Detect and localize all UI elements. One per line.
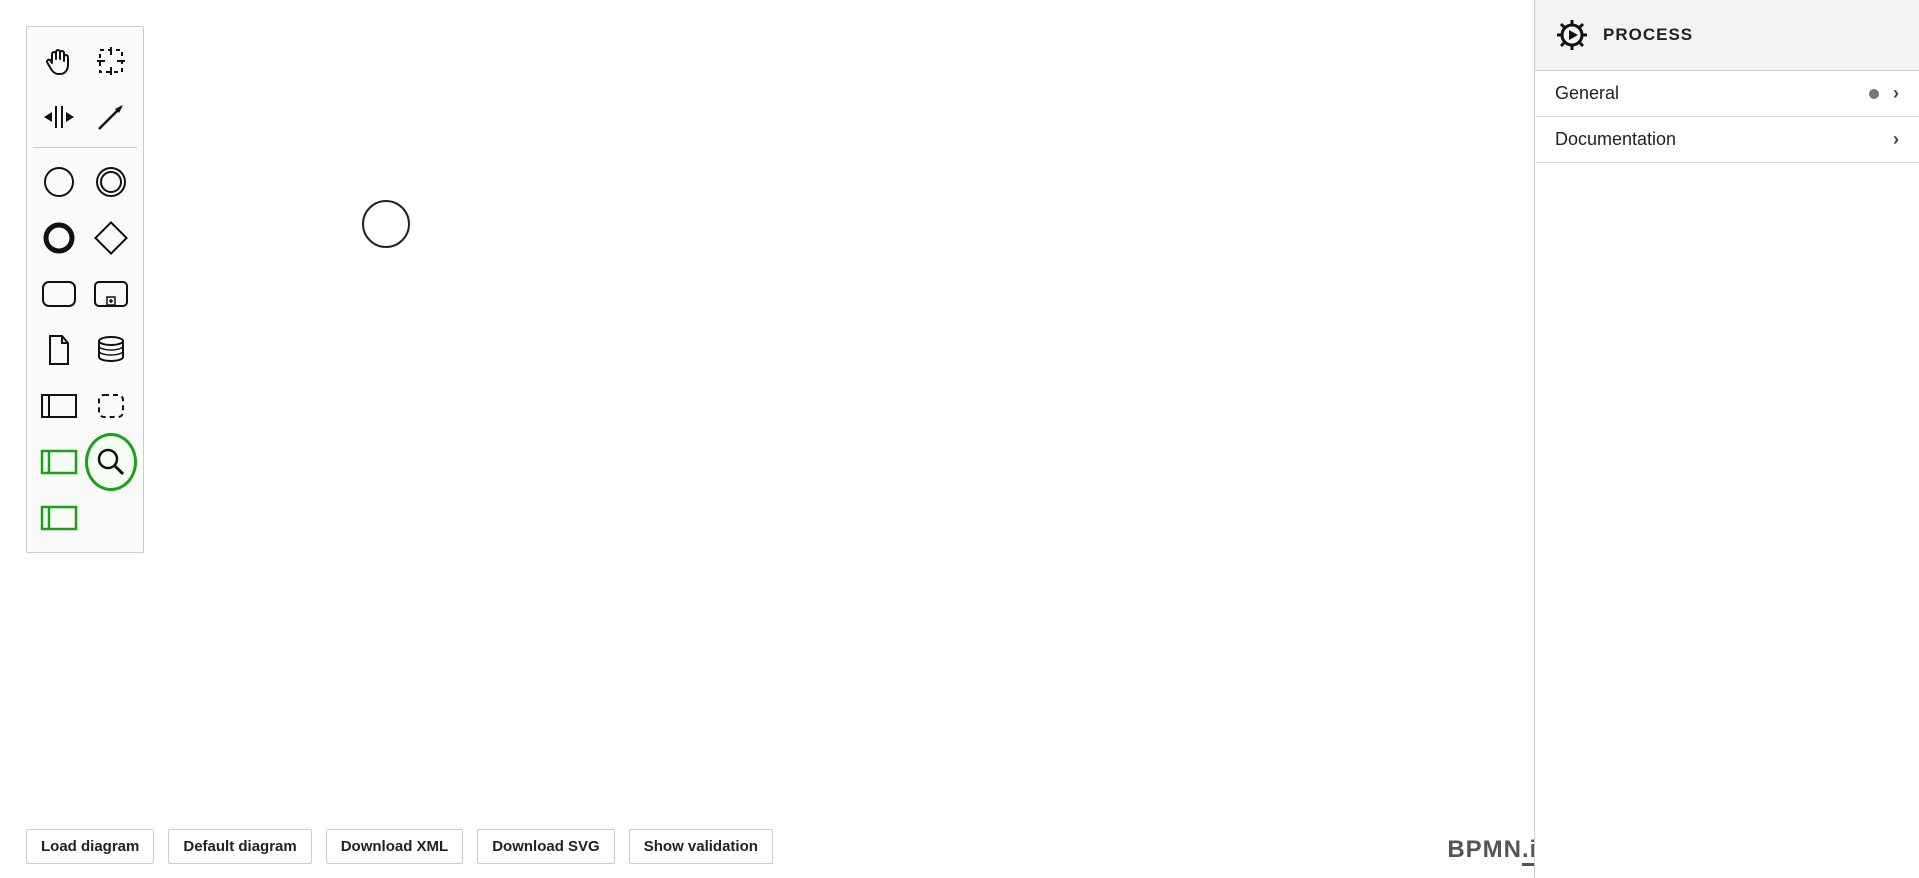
hand-tool[interactable] xyxy=(33,33,85,89)
dot-indicator-icon xyxy=(1869,89,1879,99)
palette xyxy=(26,26,144,553)
create-data-store[interactable] xyxy=(85,322,137,378)
search-tool[interactable] xyxy=(85,434,137,490)
default-diagram-button[interactable]: Default diagram xyxy=(168,829,311,864)
section-label: Documentation xyxy=(1555,129,1676,150)
bottom-toolbar: Load diagram Default diagram Download XM… xyxy=(26,829,773,864)
process-icon xyxy=(1555,18,1589,52)
participant-icon xyxy=(40,393,78,419)
create-gateway[interactable] xyxy=(85,210,137,266)
end-event-icon xyxy=(42,221,76,255)
section-label: General xyxy=(1555,83,1619,104)
download-xml-button[interactable]: Download XML xyxy=(326,829,464,864)
properties-panel: PROCESS General › Documentation › xyxy=(1534,0,1919,878)
chevron-right-icon: › xyxy=(1893,83,1899,104)
properties-section-general[interactable]: General › xyxy=(1535,71,1919,117)
space-tool[interactable] xyxy=(33,89,85,145)
intermediate-event-icon xyxy=(94,165,128,199)
properties-panel-header: PROCESS xyxy=(1535,0,1919,71)
chevron-right-icon: › xyxy=(1893,129,1899,150)
properties-section-documentation[interactable]: Documentation › xyxy=(1535,117,1919,163)
lasso-icon xyxy=(95,45,127,77)
create-end-event[interactable] xyxy=(33,210,85,266)
start-event-shape[interactable] xyxy=(362,200,410,248)
create-conditional-flow[interactable] xyxy=(33,434,85,490)
task-icon xyxy=(40,279,78,309)
create-participant[interactable] xyxy=(33,378,85,434)
create-subprocess[interactable] xyxy=(85,266,137,322)
create-data-object[interactable] xyxy=(33,322,85,378)
conditional-flow-icon xyxy=(40,449,78,475)
space-tool-icon xyxy=(42,103,76,131)
create-intermediate-event[interactable] xyxy=(85,154,137,210)
hand-icon xyxy=(43,45,75,77)
connect-icon xyxy=(95,101,127,133)
data-object-icon xyxy=(46,334,72,366)
properties-panel-title: PROCESS xyxy=(1603,25,1693,45)
start-event-icon xyxy=(42,165,76,199)
gateway-icon xyxy=(94,221,128,255)
create-start-event[interactable] xyxy=(33,154,85,210)
download-svg-button[interactable]: Download SVG xyxy=(477,829,615,864)
create-default-flow[interactable] xyxy=(33,490,85,546)
search-icon xyxy=(95,446,127,478)
lasso-tool[interactable] xyxy=(85,33,137,89)
data-store-icon xyxy=(95,335,127,365)
palette-separator xyxy=(33,147,137,148)
show-validation-button[interactable]: Show validation xyxy=(629,829,773,864)
load-diagram-button[interactable]: Load diagram xyxy=(26,829,154,864)
subprocess-icon xyxy=(92,279,130,309)
create-group[interactable] xyxy=(85,378,137,434)
group-icon xyxy=(96,392,126,420)
default-flow-icon xyxy=(40,505,78,531)
palette-empty-cell xyxy=(85,490,137,546)
create-task[interactable] xyxy=(33,266,85,322)
global-connect-tool[interactable] xyxy=(85,89,137,145)
